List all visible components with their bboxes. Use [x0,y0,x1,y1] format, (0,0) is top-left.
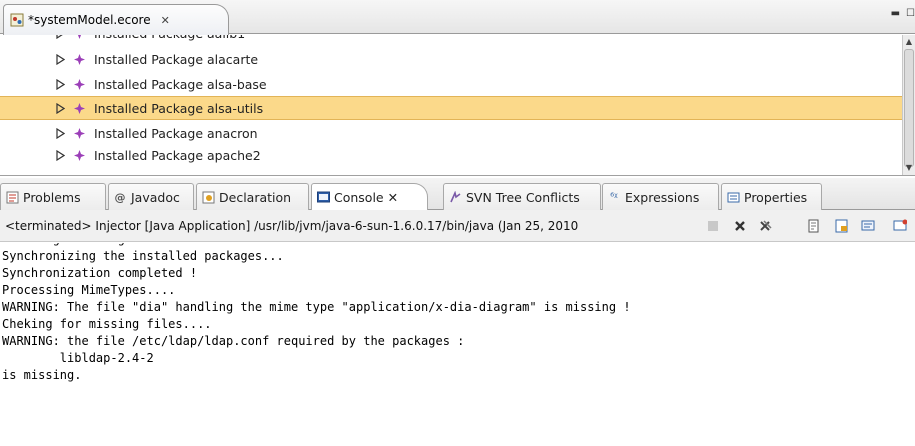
scroll-lock-icon[interactable] [834,218,850,234]
pin-console-icon[interactable] [860,218,876,234]
tab-label: Problems [23,189,81,205]
tree-item-label: Installed Package alsa-utils [94,100,264,116]
minimize-icon[interactable]: ▬ [891,8,900,19]
tree-item[interactable]: Installed Package alacarte [0,47,902,71]
tab-svn[interactable]: SVN Tree Conflicts [443,183,601,210]
editor-tab-title: *systemModel.ecore [28,13,151,27]
tab-javadoc[interactable]: @ Javadoc [108,183,194,210]
tab-label: Javadoc [131,189,180,205]
console-line: libldap-2.4-2 [2,351,154,365]
package-icon [74,53,90,65]
remove-all-terminated-icon[interactable] [757,218,773,234]
console-line: WARNING: the file /etc/ldap/ldap.conf re… [2,334,465,348]
tab-label: Console ✕ [334,190,399,205]
maximize-icon[interactable]: ☐ [906,8,915,19]
expand-arrow-icon[interactable] [56,53,74,65]
tree-item-label: Installed Package aalib1 [94,35,245,41]
tab-problems[interactable]: Problems [0,183,106,210]
console-line: Processing MimeTypes.... [2,283,176,297]
console-toolbar: <terminated> Injector [Java Application]… [0,210,915,242]
console-line: Package settings retrieved ! [2,243,218,246]
tree-item[interactable]: Installed Package aalib1 [0,35,902,45]
tab-label: Properties [744,189,808,205]
console-line: WARNING: The file "dia" handling the mim… [2,300,631,314]
problems-icon [5,190,19,204]
tab-expressions[interactable]: ⁶ᵡ Expressions [602,183,719,210]
tree-item[interactable]: Installed Package alsa-base [0,72,902,96]
package-icon [74,149,90,161]
tree-item[interactable]: Installed Package anacron [0,121,902,145]
editor-tab-bar: *systemModel.ecore ✕ ▬ ☐ [0,0,915,35]
console-line: is missing. [2,368,82,382]
expand-arrow-icon[interactable] [56,127,74,139]
editor-vertical-scrollbar[interactable]: ▲ ▼ [902,35,915,175]
tree-item-label: Installed Package alacarte [94,51,259,67]
console-process-description: <terminated> Injector [Java Application]… [5,218,579,233]
console-line: Cheking for missing files.... [2,317,212,331]
close-icon[interactable]: ✕ [161,14,170,27]
package-icon [74,78,90,90]
tab-label: Expressions [625,189,700,205]
expressions-icon: ⁶ᵡ [610,191,618,203]
tab-console[interactable]: Console ✕ [311,183,428,211]
ecore-file-icon [10,13,24,27]
tab-properties[interactable]: Properties [721,183,822,210]
package-tree: Installed Package aalib1 Installed Packag… [0,35,902,175]
scroll-up-icon[interactable]: ▲ [903,36,915,48]
javadoc-icon: @ [114,190,126,204]
console-line: Synchronizing the installed packages... [2,249,284,263]
editor-pane: *systemModel.ecore ✕ ▬ ☐ Installed Packa… [0,0,915,176]
terminate-icon[interactable] [705,218,721,234]
tree-item[interactable]: Installed Package alsa-utils [0,96,902,120]
clear-console-icon[interactable] [806,218,822,234]
scroll-down-icon[interactable]: ▼ [903,162,915,174]
properties-icon [726,190,740,204]
expand-arrow-icon[interactable] [56,78,74,90]
editor-tab-systemmodel[interactable]: *systemModel.ecore ✕ [3,4,229,35]
views-tab-bar: Problems @ Javadoc Declaration Console ✕ SVN … [0,178,915,211]
tab-label: Declaration [219,189,292,205]
svn-icon [448,190,462,204]
tree-item[interactable]: Installed Package apache2 [0,143,902,167]
expand-arrow-icon[interactable] [56,102,74,114]
expand-arrow-icon[interactable] [56,35,74,39]
window-controls: ▬ ☐ [891,8,915,19]
package-icon [74,35,90,39]
tree-item-label: Installed Package alsa-base [94,76,267,92]
declaration-icon [201,190,215,204]
console-icon [316,191,330,205]
tree-item-label: Installed Package apache2 [94,147,261,163]
expand-arrow-icon[interactable] [56,149,74,161]
package-icon [74,102,90,114]
package-icon [74,127,90,139]
remove-launch-icon[interactable] [732,218,748,234]
console-output[interactable]: Package settings retrieved ! Synchronizin… [0,243,915,446]
tab-label: SVN Tree Conflicts [466,189,580,205]
tab-declaration[interactable]: Declaration [196,183,309,210]
open-console-icon[interactable] [892,218,908,234]
tree-item-label: Installed Package anacron [94,125,258,141]
scrollbar-thumb[interactable] [904,49,914,167]
console-line: Synchronization completed ! [2,266,198,280]
